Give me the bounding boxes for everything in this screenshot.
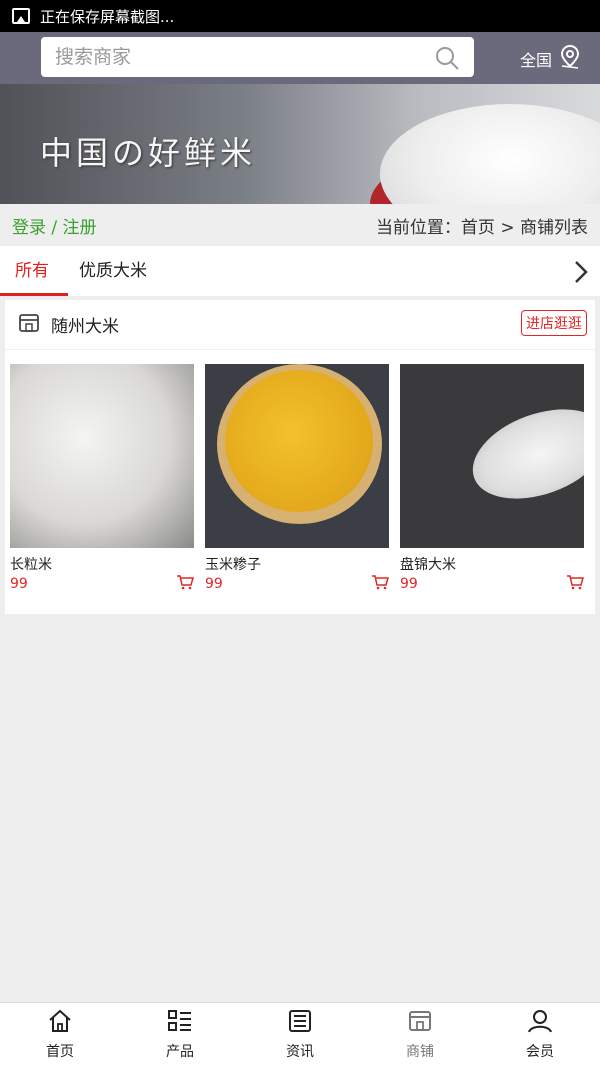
store-icon [407, 1009, 433, 1037]
tab-quality-rice[interactable]: 优质大米 [64, 246, 162, 296]
cart-icon[interactable] [176, 574, 194, 594]
shop-card: 随州大米 进店逛逛 长粒米 99 玉米糁子 99 盘锦大米 99 [5, 300, 595, 614]
status-text: 正在保存屏幕截图... [40, 7, 175, 26]
product-price: 99 [400, 576, 418, 592]
product-image[interactable] [205, 364, 389, 548]
product-list: 长粒米 99 玉米糁子 99 盘锦大米 99 [10, 364, 584, 594]
product-card[interactable]: 长粒米 99 [10, 364, 194, 594]
product-price: 99 [10, 576, 28, 592]
enter-shop-button[interactable]: 进店逛逛 [521, 310, 587, 336]
shop-name[interactable]: 随州大米 [51, 312, 119, 337]
product-name[interactable]: 长粒米 [10, 554, 194, 573]
region-selector[interactable]: 全国 [520, 44, 582, 74]
nav-products[interactable]: 产品 [120, 1003, 240, 1067]
nav-stores[interactable]: 商铺 [360, 1003, 480, 1067]
store-icon [17, 311, 41, 339]
login-register-link[interactable]: 登录 / 注册 [12, 213, 97, 238]
nav-stores-label: 商铺 [406, 1044, 434, 1060]
product-card[interactable]: 盘锦大米 99 [400, 364, 584, 594]
banner[interactable]: 中国の好鲜米 [0, 84, 600, 204]
category-tabs: 所有 优质大米 [0, 246, 600, 296]
list-icon [167, 1009, 193, 1037]
region-label: 全国 [520, 51, 553, 70]
search-input[interactable] [55, 46, 415, 68]
nav-news[interactable]: 资讯 [240, 1003, 360, 1067]
news-icon [287, 1009, 313, 1037]
location-bar: 登录 / 注册 当前位置：首页 > 商铺列表 [0, 204, 600, 246]
product-image[interactable] [400, 364, 584, 548]
search-icon[interactable] [434, 45, 460, 75]
product-card[interactable]: 玉米糁子 99 [205, 364, 389, 594]
nav-news-label: 资讯 [286, 1044, 314, 1060]
product-name[interactable]: 盘锦大米 [400, 554, 584, 573]
nav-home-label: 首页 [46, 1044, 74, 1060]
status-bar: 正在保存屏幕截图... [0, 0, 600, 32]
product-image[interactable] [10, 364, 194, 548]
nav-member[interactable]: 会员 [480, 1003, 600, 1067]
bottom-nav: 首页 产品 资讯 商铺 会员 [0, 1002, 600, 1067]
breadcrumb: 当前位置：首页 > 商铺列表 [375, 217, 588, 238]
chevron-right-icon[interactable] [574, 260, 588, 288]
nav-products-label: 产品 [166, 1044, 194, 1060]
banner-title: 中国の好鲜米 [40, 134, 257, 172]
header: 全国 [0, 32, 600, 84]
nav-home[interactable]: 首页 [0, 1003, 120, 1067]
image-icon [12, 8, 30, 24]
cart-icon[interactable] [566, 574, 584, 594]
shop-header: 随州大米 [5, 300, 595, 350]
product-price: 99 [205, 576, 223, 592]
product-name[interactable]: 玉米糁子 [205, 554, 389, 573]
banner-rice-image [380, 104, 600, 204]
search-box[interactable] [41, 37, 474, 77]
user-icon [527, 1009, 553, 1037]
home-icon [47, 1009, 73, 1037]
location-pin-icon [558, 44, 582, 74]
cart-icon[interactable] [371, 574, 389, 594]
nav-member-label: 会员 [526, 1044, 554, 1060]
tab-all[interactable]: 所有 [0, 246, 68, 296]
